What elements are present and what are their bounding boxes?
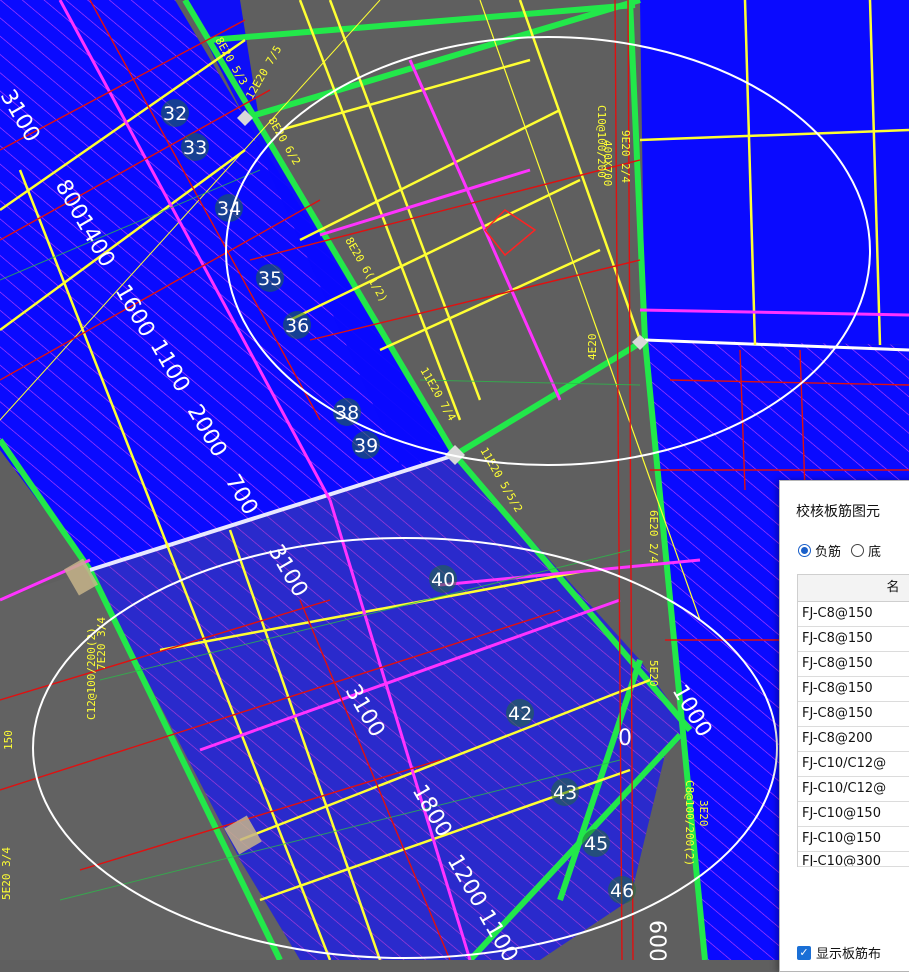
svg-text:40: 40 bbox=[431, 569, 455, 591]
table-row[interactable]: FJ-C8@150 bbox=[798, 652, 909, 677]
table-row[interactable]: FJ-C8@150 bbox=[798, 702, 909, 727]
svg-text:32: 32 bbox=[163, 103, 187, 125]
rebar-label-q: 5E20 bbox=[647, 660, 660, 687]
marker-42: 42 bbox=[506, 699, 534, 727]
rebar-label-h: 4E20 bbox=[586, 334, 599, 361]
show-rebar-layout-checkbox[interactable]: ✓ bbox=[797, 945, 811, 960]
marker-32: 32 bbox=[161, 99, 189, 127]
check-slab-rebar-panel[interactable]: 校核板筋图元 负筋 底 名 FJ-C8@150 FJ-C8@150 FJ-C8@… bbox=[779, 480, 909, 972]
marker-40: 40 bbox=[429, 565, 457, 593]
svg-text:43: 43 bbox=[553, 782, 577, 804]
table-row[interactable]: FJ-C8@150 bbox=[798, 677, 909, 702]
rebar-type-radio-group: 负筋 底 bbox=[798, 541, 881, 560]
rebar-list-table[interactable]: 名 FJ-C8@150 FJ-C8@150 FJ-C8@150 FJ-C8@15… bbox=[797, 574, 909, 867]
table-row[interactable]: FJ-C8@200 bbox=[798, 727, 909, 752]
table-row[interactable]: FJ-C10/C12@ bbox=[798, 777, 909, 802]
svg-text:42: 42 bbox=[508, 703, 532, 725]
rebar-label-n: C8@100/200(2) bbox=[683, 780, 696, 866]
svg-text:46: 46 bbox=[610, 880, 634, 902]
table-row[interactable]: FJ-C8@150 bbox=[798, 627, 909, 652]
rebar-label-e: 9E20 2/4 bbox=[619, 130, 632, 183]
svg-text:33: 33 bbox=[183, 137, 207, 159]
rebar-label-k: 6E20 2/4 bbox=[647, 510, 660, 563]
table-row[interactable]: FJ-C10/C12@ bbox=[798, 752, 909, 777]
svg-text:45: 45 bbox=[584, 833, 608, 855]
rebar-label-f: 400X700 bbox=[601, 140, 614, 186]
svg-text:39: 39 bbox=[354, 435, 378, 457]
show-rebar-layout-label: 显示板筋布 bbox=[816, 947, 882, 962]
marker-35: 35 bbox=[256, 264, 284, 292]
marker-33: 33 bbox=[181, 133, 209, 161]
marker-46: 46 bbox=[608, 876, 636, 904]
radio-negative-label: 负筋 bbox=[815, 545, 842, 560]
dim-0: 0 bbox=[618, 726, 632, 751]
column-header-name[interactable]: 名 bbox=[798, 575, 909, 602]
radio-bottom-rebar[interactable] bbox=[851, 544, 865, 557]
svg-text:35: 35 bbox=[258, 268, 282, 290]
rebar-label-o: 3E20 bbox=[697, 800, 710, 827]
rebar-label-m: C12@100/200(2) bbox=[85, 627, 98, 720]
table-row[interactable]: FJ-C10@150 bbox=[798, 827, 909, 852]
cad-drawing-canvas[interactable]: 3100 800 1400 1600 1100 2000 700 3100 31… bbox=[0, 0, 909, 960]
table-row[interactable]: FJ-C10@150 bbox=[798, 802, 909, 827]
marker-45: 45 bbox=[582, 829, 610, 857]
marker-43: 43 bbox=[551, 778, 579, 806]
table-row[interactable]: FJ-C10@300 bbox=[798, 852, 909, 867]
show-rebar-layout-row: ✓ 显示板筋布 bbox=[797, 943, 881, 962]
rebar-label-r: 150 bbox=[2, 730, 15, 750]
panel-title: 校核板筋图元 bbox=[796, 504, 880, 520]
slab-region-right-top[interactable] bbox=[640, 0, 909, 345]
rebar-label-p: 5E20 3/4 bbox=[0, 847, 13, 900]
table-row[interactable]: FJ-C8@150 bbox=[798, 602, 909, 627]
marker-39: 39 bbox=[352, 431, 380, 459]
marker-36: 36 bbox=[283, 311, 311, 339]
dim-600: 600 bbox=[644, 920, 669, 960]
radio-negative-rebar[interactable] bbox=[798, 544, 811, 557]
radio-bottom-label: 底 bbox=[868, 545, 882, 560]
svg-text:36: 36 bbox=[285, 315, 309, 337]
